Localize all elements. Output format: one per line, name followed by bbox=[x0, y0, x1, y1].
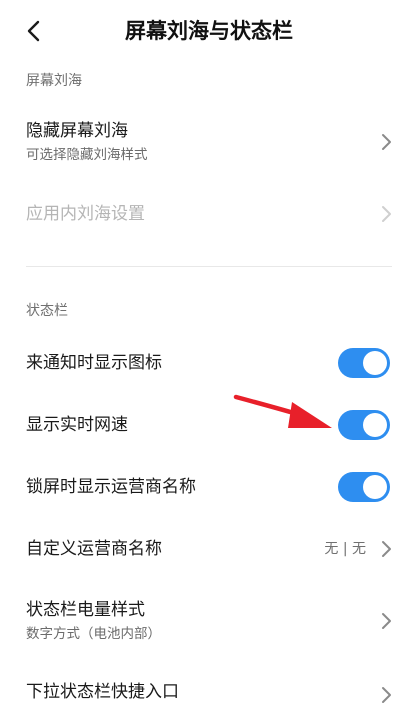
lockscreen-carrier-title: 锁屏时显示运营商名称 bbox=[26, 477, 196, 497]
battery-style-subtitle: 数字方式（电池内部） bbox=[26, 626, 161, 642]
hide-notch-subtitle: 可选择隐藏刘海样式 bbox=[26, 147, 148, 163]
page-title: 屏幕刘海与状态栏 bbox=[125, 19, 293, 43]
in-app-notch-row: 应用内刘海设置 bbox=[0, 192, 418, 236]
battery-style-title: 状态栏电量样式 bbox=[26, 600, 145, 620]
custom-carrier-row[interactable]: 自定义运营商名称 无 | 无 bbox=[0, 526, 418, 572]
show-network-speed-title: 显示实时网速 bbox=[26, 415, 128, 435]
pulldown-shortcut-row[interactable]: 下拉状态栏快捷入口 bbox=[0, 672, 418, 712]
toggle-knob bbox=[363, 475, 387, 499]
chevron-right-icon bbox=[382, 541, 391, 557]
section-divider bbox=[26, 266, 392, 267]
show-notification-icons-toggle[interactable] bbox=[338, 348, 390, 378]
lockscreen-carrier-row[interactable]: 锁屏时显示运营商名称 bbox=[0, 464, 418, 510]
show-network-speed-toggle[interactable] bbox=[338, 410, 390, 440]
chevron-right-icon bbox=[382, 206, 391, 222]
custom-carrier-title: 自定义运营商名称 bbox=[26, 539, 162, 559]
hide-notch-title: 隐藏屏幕刘海 bbox=[26, 121, 128, 141]
custom-carrier-value: 无 | 无 bbox=[324, 541, 366, 557]
battery-style-row[interactable]: 状态栏电量样式 数字方式（电池内部） bbox=[0, 590, 418, 652]
chevron-right-icon bbox=[382, 687, 391, 703]
show-notification-icons-title: 来通知时显示图标 bbox=[26, 353, 162, 373]
chevron-right-icon bbox=[382, 134, 391, 150]
toggle-knob bbox=[363, 351, 387, 375]
show-notification-icons-row[interactable]: 来通知时显示图标 bbox=[0, 340, 418, 386]
app-header: 屏幕刘海与状态栏 bbox=[0, 0, 418, 62]
section-label-notch: 屏幕刘海 bbox=[26, 73, 82, 89]
in-app-notch-title: 应用内刘海设置 bbox=[26, 204, 145, 224]
show-network-speed-row[interactable]: 显示实时网速 bbox=[0, 402, 418, 448]
toggle-knob bbox=[363, 413, 387, 437]
hide-notch-row[interactable]: 隐藏屏幕刘海 可选择隐藏刘海样式 bbox=[0, 112, 418, 174]
pulldown-shortcut-title: 下拉状态栏快捷入口 bbox=[26, 682, 179, 702]
chevron-right-icon bbox=[382, 613, 391, 629]
section-label-status-bar: 状态栏 bbox=[26, 303, 68, 319]
lockscreen-carrier-toggle[interactable] bbox=[338, 472, 390, 502]
annotation-arrow-icon bbox=[233, 394, 332, 428]
